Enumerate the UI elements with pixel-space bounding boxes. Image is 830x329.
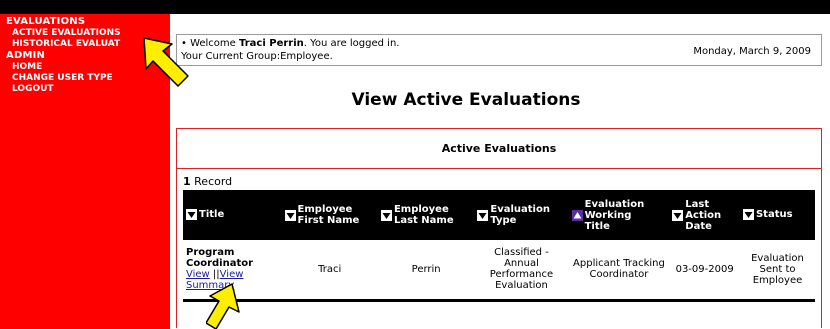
- cell-first-name: Traci: [281, 240, 378, 302]
- active-evaluations-panel: Active Evaluations 1 Record Title Employ…: [176, 128, 822, 328]
- job-title: Program Coordinator: [186, 247, 254, 270]
- cell-evaluation-type: Classified - Annual Performance Evaluati…: [474, 240, 569, 302]
- welcome-box: • Welcome Traci Perrin. You are logged i…: [176, 34, 822, 66]
- sort-down-icon[interactable]: [284, 209, 296, 221]
- cell-working-title: Applicant Tracking Coordinator: [568, 240, 670, 302]
- panel-title: Active Evaluations: [177, 129, 821, 169]
- column-header-evaluation-type[interactable]: Evaluation Type: [474, 190, 569, 240]
- sidebar-section-evaluations: EVALUATIONS: [6, 16, 86, 27]
- column-header-working-title[interactable]: Evaluation Working Title: [568, 190, 670, 240]
- cell-status: Evaluation Sent to Employee: [739, 240, 815, 302]
- sort-down-icon[interactable]: [477, 209, 489, 221]
- cell-last-name: Perrin: [377, 240, 475, 302]
- record-count: 1 Record: [183, 175, 232, 188]
- view-link[interactable]: View: [186, 269, 210, 280]
- sort-down-icon[interactable]: [742, 209, 754, 221]
- welcome-user-name: Traci Perrin: [239, 38, 304, 49]
- sort-down-icon[interactable]: [380, 209, 392, 221]
- link-separator: ||: [212, 269, 220, 281]
- column-header-status[interactable]: Status: [739, 190, 815, 240]
- column-header-title[interactable]: Title: [183, 190, 282, 240]
- pointer-arrow-icon: [143, 37, 189, 87]
- record-count-number: 1: [183, 175, 191, 188]
- top-bar: [0, 0, 830, 14]
- column-header-last-name[interactable]: Employee Last Name: [377, 190, 475, 240]
- pointer-arrow-icon: [206, 283, 240, 329]
- column-header-last-action-date[interactable]: Last Action Date: [669, 190, 740, 240]
- page-title: View Active Evaluations: [351, 90, 581, 110]
- welcome-suffix: . You are logged in.: [303, 38, 400, 49]
- sort-down-icon[interactable]: [186, 209, 197, 221]
- sort-up-icon[interactable]: [571, 209, 583, 221]
- table-header-row: Title Employee First Name Employee Last …: [183, 190, 815, 240]
- current-date: Monday, March 9, 2009: [693, 46, 811, 57]
- sidebar-item-historical-evaluations[interactable]: HISTORICAL EVALUAT: [6, 39, 154, 50]
- cell-last-action-date: 03-09-2009: [669, 240, 740, 302]
- table-row: Program Coordinator View ||View Summary …: [183, 240, 815, 302]
- record-count-label: Record: [190, 175, 233, 188]
- evaluations-table: Title Employee First Name Employee Last …: [183, 190, 815, 302]
- column-header-first-name[interactable]: Employee First Name: [281, 190, 378, 240]
- sort-down-icon[interactable]: [672, 209, 684, 221]
